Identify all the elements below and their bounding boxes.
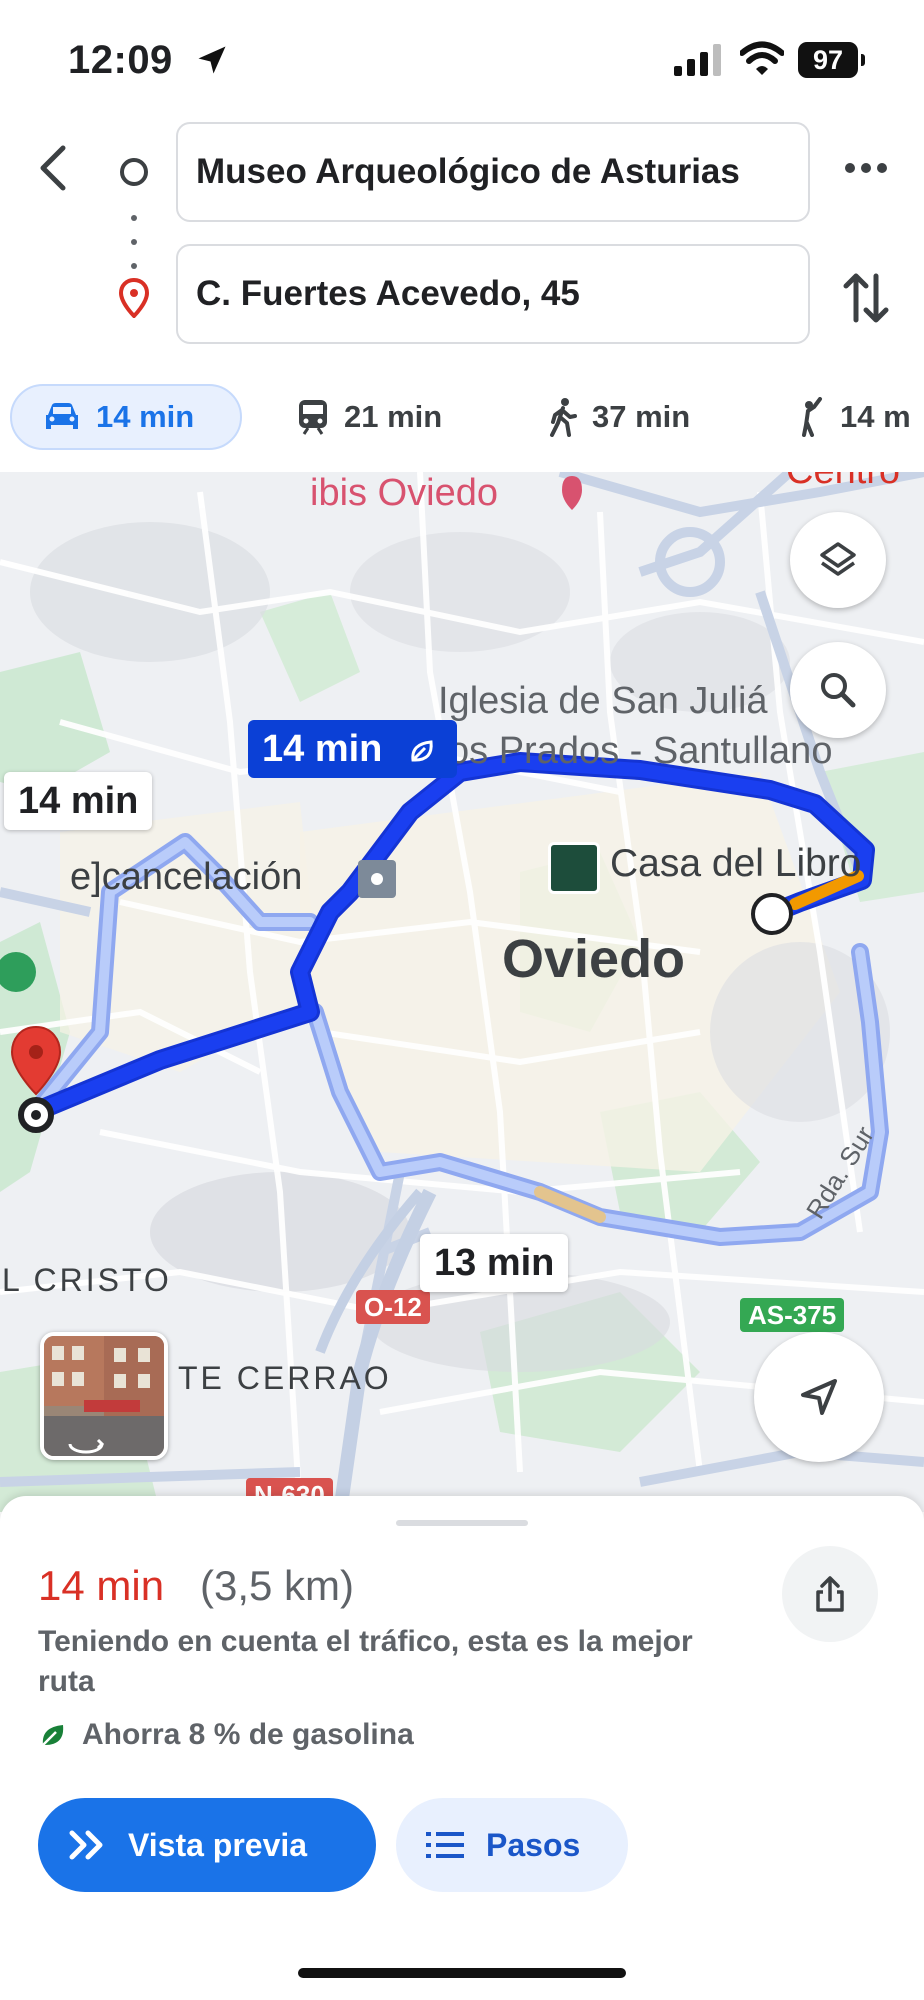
share-icon [816, 1576, 844, 1612]
search-along-route-button[interactable] [790, 642, 886, 738]
tab-car-label: 14 min [96, 399, 195, 434]
directions-header: Museo Arqueológico de Asturias C. Fuerte… [0, 120, 924, 360]
back-arrow-icon [40, 145, 66, 191]
street-view-image [44, 1336, 164, 1456]
map-view[interactable]: Centro ibis Oviedo Iglesia de San Juliá … [0, 472, 924, 1512]
route-chip-main-label: 14 min [262, 728, 383, 770]
map-label-cerrao: TE CERRAO [178, 1360, 392, 1396]
map-label-iglesia[interactable]: Iglesia de San Juliá [438, 680, 768, 723]
eco-leaf-icon [411, 740, 433, 762]
map-label-centro: Centro [786, 472, 900, 493]
route-chip-main[interactable]: 14 min [248, 720, 457, 778]
search-icon [821, 673, 856, 708]
origin-circle-icon [120, 158, 148, 186]
map-label-cancelacion[interactable]: e]cancelación [70, 856, 302, 899]
eco-savings: Ahorra 8 % de gasolina [38, 1718, 414, 1752]
bookstore-icon[interactable] [548, 842, 600, 894]
drag-handle[interactable] [396, 1520, 528, 1526]
walk-icon [550, 398, 577, 437]
route-dots-icon [131, 215, 137, 269]
swap-route-icon[interactable] [840, 268, 892, 328]
origin-input[interactable]: Museo Arqueológico de Asturias [176, 122, 810, 222]
layers-button[interactable] [790, 512, 886, 608]
battery-indicator: 97 [798, 42, 865, 78]
ride-hail-icon [802, 397, 822, 437]
car-icon [46, 403, 78, 429]
double-chevron-icon [69, 1830, 103, 1860]
map-label-oviedo: Oviedo [502, 929, 686, 989]
road-badge-o12: O-12 [356, 1290, 430, 1324]
steps-button[interactable]: Pasos [396, 1798, 628, 1892]
tab-car[interactable]: 14 min [10, 384, 242, 450]
preview-button[interactable]: Vista previa [38, 1798, 376, 1892]
tab-transit[interactable]: 21 min [296, 384, 442, 450]
street-view-thumbnail[interactable] [40, 1332, 168, 1460]
route-chip-alt-1[interactable]: 14 min [4, 772, 153, 830]
back-button[interactable] [28, 138, 78, 198]
tab-walk-label: 37 min [592, 399, 691, 434]
route-duration: 14 min [38, 1562, 165, 1609]
travel-mode-tabs: 14 min 21 min 37 min 14 m [0, 384, 924, 456]
map-label-casa-del-libro[interactable]: Casa del Libro [610, 842, 861, 886]
map-label-ibis[interactable]: ibis Oviedo [310, 472, 498, 515]
location-arrow-icon [198, 46, 226, 74]
map-label-santullano[interactable]: os Prados - Santullano [448, 730, 832, 773]
tab-ride-hail[interactable]: 14 m [796, 384, 911, 450]
navigation-arrow-icon [801, 1379, 837, 1415]
wifi-icon [740, 41, 784, 75]
layers-icon [820, 542, 856, 576]
eco-savings-text: Ahorra 8 % de gasolina [82, 1718, 414, 1751]
more-options-button[interactable] [838, 140, 894, 196]
tab-ride-label: 14 m [840, 399, 911, 434]
eco-leaf-icon [42, 1725, 64, 1746]
status-time: 12:09 [68, 38, 173, 82]
home-indicator[interactable] [298, 1968, 626, 1978]
signal-icon [674, 44, 721, 76]
route-distance: (3,5 km) [200, 1562, 355, 1609]
steps-button-label: Pasos [486, 1826, 581, 1863]
status-bar: 12:09 97 [0, 0, 924, 120]
route-description: Teniendo en cuenta el tráfico, esta es l… [38, 1625, 693, 1698]
route-details-sheet: 14 min (3,5 km) Teniendo en cuenta el tr… [0, 1496, 924, 2000]
share-button[interactable] [782, 1546, 878, 1642]
map-label-cristo: L CRISTO [2, 1262, 172, 1298]
train-icon [299, 400, 327, 435]
route-chip-alt-2[interactable]: 13 min [420, 1234, 569, 1292]
road-badge-as375: AS-375 [740, 1298, 845, 1332]
list-icon [426, 1832, 464, 1858]
preview-button-label: Vista previa [128, 1826, 308, 1863]
tab-walk[interactable]: 37 min [548, 384, 690, 450]
my-location-button[interactable] [754, 1332, 884, 1462]
destination-pin-icon [118, 278, 150, 318]
tab-transit-label: 21 min [344, 399, 443, 434]
more-horiz-icon [845, 163, 887, 173]
destination-input[interactable]: C. Fuertes Acevedo, 45 [176, 244, 810, 344]
